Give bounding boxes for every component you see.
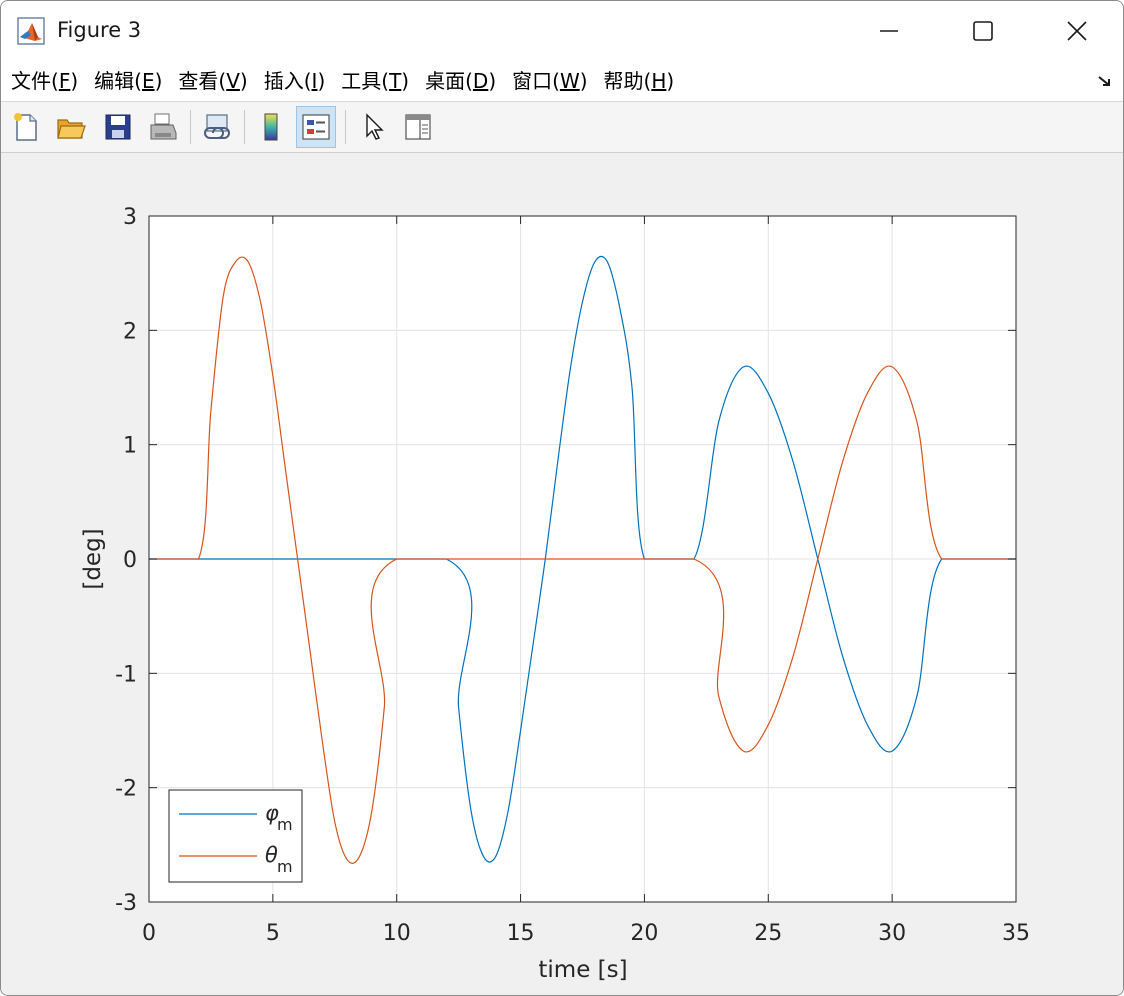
menu-item-w[interactable]: 窗口(W): [512, 67, 587, 95]
menu-item-suffix: ): [666, 69, 675, 93]
x-tick-label: 10: [383, 921, 411, 946]
menu-item-accelerator: T: [389, 69, 402, 93]
select-arrow-button[interactable]: [353, 106, 393, 148]
title-bar[interactable]: Figure 3: [1, 1, 1123, 61]
x-tick-label: 20: [630, 921, 658, 946]
menu-item-v[interactable]: 查看(V): [178, 67, 247, 95]
menu-item-accelerator: F: [58, 69, 71, 93]
legend-entry-subscript: m: [277, 857, 293, 876]
maximize-icon: [973, 21, 993, 41]
maximize-button[interactable]: [937, 1, 1029, 61]
new-file-icon: [14, 113, 37, 141]
colorbar-icon: [264, 113, 278, 141]
legend[interactable]: φmθ m: [168, 789, 303, 883]
menu-bar: 文件(F) 编辑(E) 查看(V) 插入(I) 工具(T) 桌面(D) 窗口(W) 帮助(H): [1, 61, 1123, 102]
menu-item-d[interactable]: 桌面(D): [425, 67, 496, 95]
figure-toolbar: [1, 102, 1123, 153]
x-tick-label: 5: [266, 921, 280, 946]
close-button[interactable]: [1031, 1, 1123, 61]
menu-item-label: 插入(: [263, 69, 312, 93]
menu-item-accelerator: E: [141, 69, 155, 93]
panel-icon: [405, 114, 431, 140]
menu-item-t[interactable]: 工具(T): [341, 67, 409, 95]
open-file-button[interactable]: [51, 106, 91, 148]
menu-item-suffix: ): [579, 69, 588, 93]
menu-item-f[interactable]: 文件(F): [11, 67, 78, 95]
menu-item-suffix: ): [154, 69, 163, 93]
menu-item-accelerator: D: [472, 69, 489, 93]
menu-item-suffix: ): [401, 69, 410, 93]
menu-item-suffix: ): [317, 69, 326, 93]
menu-item-e[interactable]: 编辑(E): [94, 67, 162, 95]
close-icon: [1067, 21, 1087, 41]
y-tick-label: -1: [115, 662, 137, 687]
y-tick-label: 0: [123, 548, 137, 573]
menu-item-accelerator: V: [226, 69, 240, 93]
menu-item-suffix: ): [488, 69, 497, 93]
x-tick-label: 35: [1002, 921, 1030, 946]
save-button[interactable]: [98, 106, 138, 148]
menu-item-i[interactable]: 插入(I): [264, 67, 326, 95]
property-inspector-button[interactable]: [398, 106, 438, 148]
y-tick-label: -3: [115, 891, 137, 916]
x-tick-label: 0: [142, 921, 156, 946]
menu-item-accelerator: H: [651, 69, 667, 93]
minimize-button[interactable]: [843, 1, 935, 61]
plot-svg: 0 5 10 15 20 25 30 35 -3 -2 -1 0 1 2 3 time [s] [deg]…: [80, 205, 1030, 983]
print-button[interactable]: [143, 106, 183, 148]
menu-item-label: 文件(: [11, 69, 59, 93]
menu-item-label: 窗口(: [512, 69, 560, 93]
y-tick-labels: -3 -2 -1 0 1 2 3: [115, 205, 137, 916]
y-tick-label: 1: [123, 434, 137, 459]
menu-item-h[interactable]: 帮助(H): [604, 67, 675, 95]
menu-item-suffix: ): [239, 69, 248, 93]
menu-item-label: 编辑(: [94, 69, 142, 93]
y-tick-label: 3: [123, 205, 137, 230]
menu-item-suffix: ): [70, 69, 79, 93]
expand-arrow-icon[interactable]: [1095, 71, 1115, 91]
x-tick-label: 15: [507, 921, 535, 946]
x-tick-label: 25: [754, 921, 782, 946]
x-axis-label: time [s]: [538, 957, 627, 983]
colorbar-button[interactable]: [251, 106, 291, 148]
new-figure-button[interactable]: [6, 106, 46, 148]
save-icon: [105, 114, 131, 140]
window-title: Figure 3: [57, 18, 142, 42]
folder-open-icon: [57, 119, 86, 139]
menu-item-label: 桌面(: [425, 69, 473, 93]
x-tick-label: 30: [878, 921, 906, 946]
printer-icon: [150, 113, 177, 140]
menu-item-label: 查看(: [178, 69, 227, 93]
menu-item-label: 工具(: [341, 69, 390, 93]
legend-entry-subscript: m: [277, 815, 293, 834]
matlab-logo-icon: [17, 17, 45, 45]
link-plot-button[interactable]: [197, 106, 237, 148]
menu-item-accelerator: W: [559, 69, 580, 93]
legend-button[interactable]: [296, 106, 336, 148]
minimize-icon: [880, 30, 898, 32]
cursor-arrow-icon: [366, 113, 384, 140]
x-tick-labels: 0 5 10 15 20 25 30 35: [142, 921, 1030, 946]
menu-item-label: 帮助(: [603, 69, 652, 93]
figure-canvas: 0 5 10 15 20 25 30 35 -3 -2 -1 0 1 2 3 time [s] [deg]…: [1, 153, 1123, 995]
menu-items: 文件(F) 编辑(E) 查看(V) 插入(I) 工具(T) 桌面(D) 窗口(W) 帮助(H): [11, 67, 690, 95]
y-axis-label: [deg]: [80, 528, 106, 589]
y-tick-label: -2: [115, 777, 137, 802]
y-tick-label: 2: [123, 319, 137, 344]
link-plot-icon: [203, 114, 230, 139]
legend-icon: [302, 114, 330, 140]
figure-window: Figure 3 文件(F) 编辑(E) 查看(V) 插入(I) 工具(T) 桌面(D) 窗…: [0, 0, 1124, 996]
